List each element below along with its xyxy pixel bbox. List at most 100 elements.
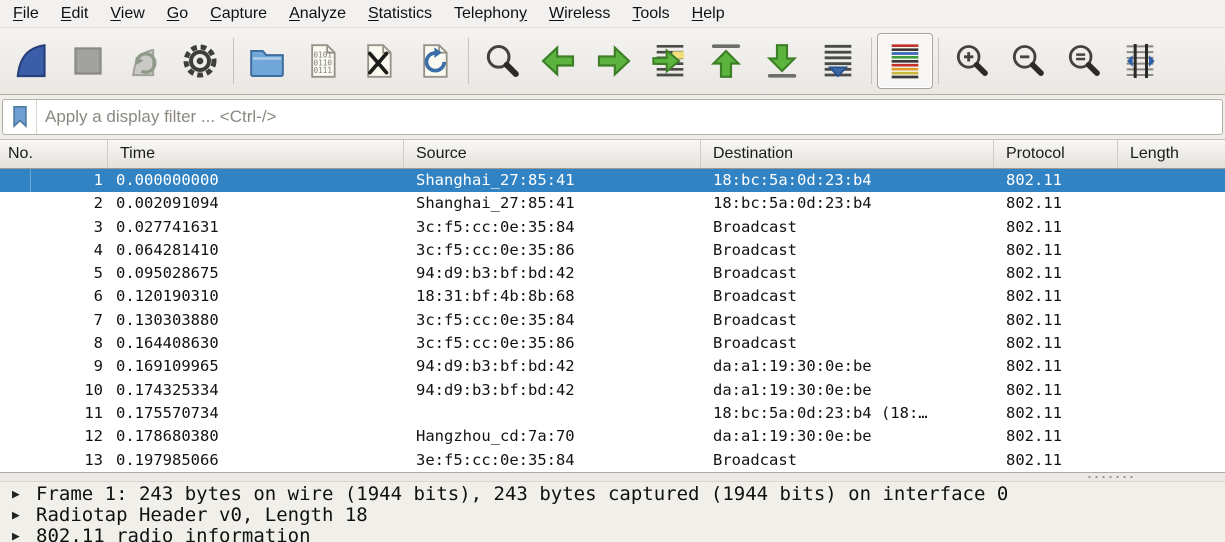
menu-view[interactable]: View bbox=[99, 3, 155, 25]
cell-source: 94:d9:b3:bf:bd:42 bbox=[404, 355, 701, 378]
gear-icon bbox=[180, 41, 220, 81]
column-header-no[interactable]: No. bbox=[0, 140, 108, 168]
reload-document-icon bbox=[415, 41, 455, 81]
toolbar-separator bbox=[871, 38, 872, 84]
packet-row[interactable]: 20.002091094Shanghai_27:85:4118:bc:5a:0d… bbox=[0, 192, 1225, 215]
packet-row[interactable]: 40.0642814103c:f5:cc:0e:35:86Broadcast80… bbox=[0, 239, 1225, 262]
detail-tree-label: 802.11 radio information bbox=[36, 526, 311, 542]
packet-row[interactable]: 110.17557073418:bc:5a:0d:23:b4 (18:…802.… bbox=[0, 402, 1225, 425]
detail-tree-row[interactable]: ▶Radiotap Header v0, Length 18 bbox=[0, 505, 1225, 526]
menu-capture[interactable]: Capture bbox=[199, 3, 278, 25]
expand-triangle-icon[interactable]: ▶ bbox=[12, 505, 36, 526]
toolbar-separator bbox=[938, 38, 939, 84]
column-header-protocol[interactable]: Protocol bbox=[994, 140, 1118, 168]
cell-length bbox=[1118, 425, 1225, 448]
go-last-packet-button[interactable] bbox=[754, 33, 810, 89]
start-capture-button[interactable] bbox=[4, 33, 60, 89]
cell-source: 94:d9:b3:bf:bd:42 bbox=[404, 379, 701, 402]
cell-protocol: 802.11 bbox=[994, 262, 1118, 285]
menu-wireless[interactable]: Wireless bbox=[538, 3, 621, 25]
colorize-packets-button[interactable] bbox=[877, 33, 933, 89]
menu-telephony[interactable]: Telephony bbox=[443, 3, 538, 25]
packet-details-pane: ▶Frame 1: 243 bytes on wire (1944 bits),… bbox=[0, 482, 1225, 542]
pane-splitter[interactable] bbox=[0, 472, 1225, 482]
column-header-destination[interactable]: Destination bbox=[701, 140, 994, 168]
packet-row[interactable]: 60.12019031018:31:bf:4b:8b:68Broadcast80… bbox=[0, 285, 1225, 308]
resize-columns-button[interactable] bbox=[1112, 33, 1168, 89]
cell-time: 0.169109965 bbox=[108, 355, 404, 378]
expand-triangle-icon[interactable]: ▶ bbox=[12, 526, 36, 542]
filter-bookmark-button[interactable] bbox=[3, 100, 37, 134]
go-next-packet-button[interactable] bbox=[586, 33, 642, 89]
cell-protocol: 802.11 bbox=[994, 379, 1118, 402]
toolbar-separator bbox=[233, 38, 234, 84]
column-header-length[interactable]: Length bbox=[1118, 140, 1225, 168]
cell-destination: 18:bc:5a:0d:23:b4 bbox=[701, 192, 994, 215]
packet-row[interactable]: 80.1644086303c:f5:cc:0e:35:86Broadcast80… bbox=[0, 332, 1225, 355]
column-header-time[interactable]: Time bbox=[108, 140, 404, 168]
stop-capture-button[interactable] bbox=[60, 33, 116, 89]
packet-row[interactable]: 10.000000000Shanghai_27:85:4118:bc:5a:0d… bbox=[0, 169, 1225, 192]
capture-options-button[interactable] bbox=[172, 33, 228, 89]
menu-go[interactable]: Go bbox=[156, 3, 199, 25]
column-header-source[interactable]: Source bbox=[404, 140, 701, 168]
packet-row[interactable]: 120.178680380Hangzhou_cd:7a:70da:a1:19:3… bbox=[0, 425, 1225, 448]
expand-triangle-icon[interactable]: ▶ bbox=[12, 484, 36, 505]
cell-protocol: 802.11 bbox=[994, 192, 1118, 215]
menu-edit[interactable]: Edit bbox=[50, 3, 100, 25]
main-toolbar: 010101100111 bbox=[0, 28, 1225, 95]
green-arrow-up-bar-icon bbox=[706, 41, 746, 81]
find-packet-button[interactable] bbox=[474, 33, 530, 89]
wireshark-window: FileEditViewGoCaptureAnalyzeStatisticsTe… bbox=[0, 0, 1225, 542]
cell-length bbox=[1118, 216, 1225, 239]
cell-time: 0.027741631 bbox=[108, 216, 404, 239]
cell-source: 3e:f5:cc:0e:35:84 bbox=[404, 449, 701, 472]
packet-row[interactable]: 100.17432533494:d9:b3:bf:bd:42da:a1:19:3… bbox=[0, 379, 1225, 402]
menu-help[interactable]: Help bbox=[681, 3, 736, 25]
menu-tools[interactable]: Tools bbox=[621, 3, 680, 25]
cell-length bbox=[1118, 332, 1225, 355]
packet-row[interactable]: 30.0277416313c:f5:cc:0e:35:84Broadcast80… bbox=[0, 216, 1225, 239]
go-to-packet-button[interactable] bbox=[642, 33, 698, 89]
cell-time: 0.120190310 bbox=[108, 285, 404, 308]
go-first-packet-button[interactable] bbox=[698, 33, 754, 89]
cell-destination: Broadcast bbox=[701, 309, 994, 332]
cell-protocol: 802.11 bbox=[994, 355, 1118, 378]
detail-tree-row[interactable]: ▶802.11 radio information bbox=[0, 526, 1225, 542]
display-filter-input[interactable]: Apply a display filter ... <Ctrl-/> bbox=[2, 99, 1223, 135]
cell-protocol: 802.11 bbox=[994, 449, 1118, 472]
cell-protocol: 802.11 bbox=[994, 332, 1118, 355]
restart-capture-button[interactable] bbox=[116, 33, 172, 89]
zoom-out-button[interactable] bbox=[1000, 33, 1056, 89]
detail-tree-row[interactable]: ▶Frame 1: 243 bytes on wire (1944 bits),… bbox=[0, 484, 1225, 505]
packet-row[interactable]: 130.1979850663e:f5:cc:0e:35:84Broadcast8… bbox=[0, 449, 1225, 472]
zoom-reset-button[interactable] bbox=[1056, 33, 1112, 89]
menu-analyze[interactable]: Analyze bbox=[278, 3, 357, 25]
cell-no: 4 bbox=[0, 239, 108, 262]
zoom-in-button[interactable] bbox=[944, 33, 1000, 89]
cell-time: 0.164408630 bbox=[108, 332, 404, 355]
cell-destination: Broadcast bbox=[701, 332, 994, 355]
cell-source: 3c:f5:cc:0e:35:84 bbox=[404, 216, 701, 239]
cell-length bbox=[1118, 262, 1225, 285]
cell-protocol: 802.11 bbox=[994, 285, 1118, 308]
reload-capture-file-button[interactable] bbox=[407, 33, 463, 89]
cell-destination: 18:bc:5a:0d:23:b4 (18:… bbox=[701, 402, 994, 425]
detail-tree-label: Radiotap Header v0, Length 18 bbox=[36, 505, 368, 526]
cell-time: 0.197985066 bbox=[108, 449, 404, 472]
packet-row[interactable]: 90.16910996594:d9:b3:bf:bd:42da:a1:19:30… bbox=[0, 355, 1225, 378]
auto-scroll-button[interactable] bbox=[810, 33, 866, 89]
menu-statistics[interactable]: Statistics bbox=[357, 3, 443, 25]
open-capture-file-button[interactable] bbox=[239, 33, 295, 89]
splitter-handle-icon[interactable] bbox=[1086, 475, 1134, 479]
close-capture-file-button[interactable] bbox=[351, 33, 407, 89]
packet-row[interactable]: 50.09502867594:d9:b3:bf:bd:42Broadcast80… bbox=[0, 262, 1225, 285]
cell-destination: da:a1:19:30:0e:be bbox=[701, 425, 994, 448]
menu-file[interactable]: File bbox=[2, 3, 50, 25]
save-capture-file-button[interactable]: 010101100111 bbox=[295, 33, 351, 89]
cell-time: 0.095028675 bbox=[108, 262, 404, 285]
go-previous-packet-button[interactable] bbox=[530, 33, 586, 89]
cell-time: 0.000000000 bbox=[108, 169, 404, 192]
packet-row[interactable]: 70.1303038803c:f5:cc:0e:35:84Broadcast80… bbox=[0, 309, 1225, 332]
cell-no: 5 bbox=[0, 262, 108, 285]
